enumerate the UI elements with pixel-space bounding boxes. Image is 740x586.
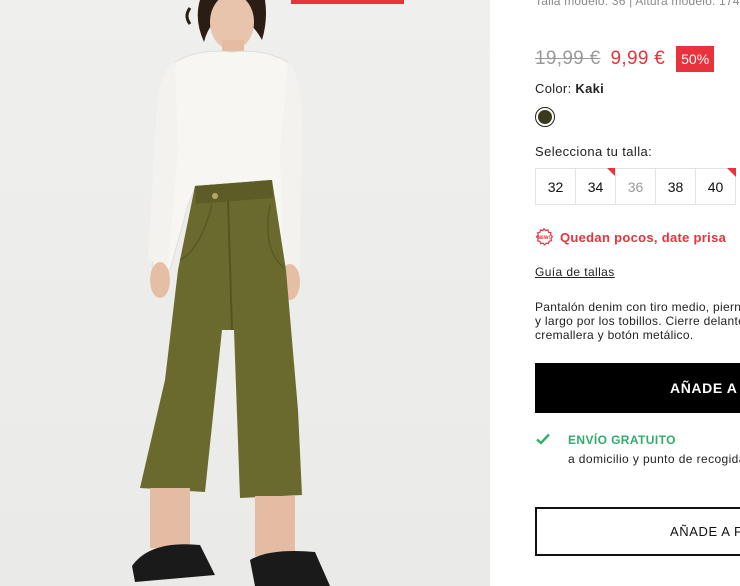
size-option-label: 36 <box>627 178 644 195</box>
size-option-label: 40 <box>707 178 724 195</box>
size-guide-link[interactable]: Guía de tallas <box>535 265 615 279</box>
size-selector-label: Selecciona tu talla: <box>535 144 653 159</box>
product-photo-illustration <box>132 0 330 586</box>
low-stock-indicator <box>727 168 736 177</box>
size-option-label: 38 <box>667 178 684 195</box>
wishlist-label: AÑADE A FAVORITOS <box>670 524 740 539</box>
swatch-fill <box>538 110 552 124</box>
free-shipping-subtitle: a domicilio y punto de recogida <box>568 452 740 466</box>
free-shipping-title: ENVÍO GRATUITO <box>568 433 676 447</box>
size-option-label: 32 <box>547 178 564 195</box>
add-to-cart-label: AÑADE A LA CESTA <box>670 380 740 396</box>
color-label-prefix: Color: <box>535 81 572 96</box>
size-option-38[interactable]: 38 <box>655 168 696 205</box>
check-icon <box>536 433 550 445</box>
stock-alert-text: Quedan pocos, date prisa <box>560 229 727 245</box>
size-option-36[interactable]: 36 <box>615 168 656 205</box>
size-option-32[interactable]: 32 <box>535 168 576 205</box>
discount-badge: 50% <box>676 46 715 72</box>
size-option-40[interactable]: 40 <box>695 168 736 205</box>
color-value: Kaki <box>575 81 605 96</box>
product-info-panel: Talla modelo: 36 | Altura modelo: 174 19… <box>535 0 740 586</box>
product-description: Pantalón denim con tiro medio, pierna an… <box>535 300 740 342</box>
original-price: 19,99 € <box>535 48 601 69</box>
new-badge-text: NEW! <box>538 235 551 240</box>
color-label: Color: Kaki <box>535 81 604 96</box>
add-to-cart-button[interactable]: AÑADE A LA CESTA <box>535 363 740 413</box>
sale-price: 9,99 € <box>610 48 666 69</box>
price-row: 19,99 € 9,99 € 50% <box>535 46 715 72</box>
new-badge-icon: NEW! <box>535 228 553 246</box>
model-info: Talla modelo: 36 | Altura modelo: 174 <box>535 0 740 8</box>
color-swatch-kaki[interactable] <box>535 107 555 127</box>
stock-alert: NEW! Quedan pocos, date prisa <box>535 228 726 246</box>
add-to-wishlist-button[interactable]: AÑADE A FAVORITOS <box>535 507 740 556</box>
size-option-34[interactable]: 34 <box>575 168 616 205</box>
size-selector: 32 34 36 38 40 <box>535 168 736 205</box>
product-image[interactable] <box>0 0 490 586</box>
size-option-label: 34 <box>587 178 604 195</box>
